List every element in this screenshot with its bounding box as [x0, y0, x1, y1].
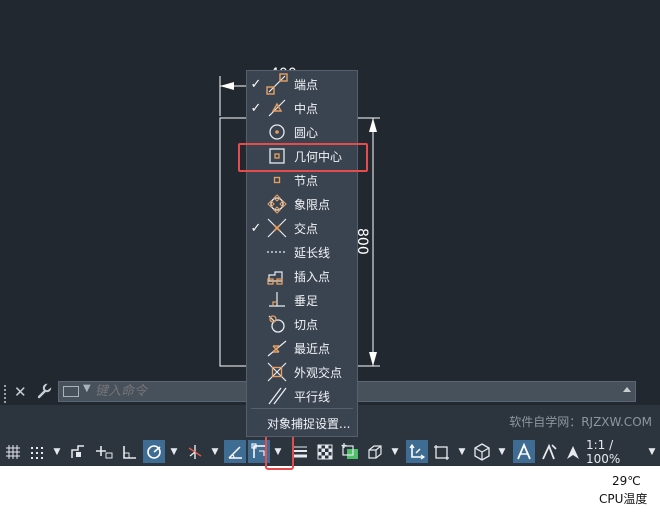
- menu-item-label: 节点: [294, 173, 319, 188]
- extension-icon: [267, 251, 287, 253]
- menu-item-extension[interactable]: 延长线: [247, 240, 357, 264]
- menu-item-center[interactable]: 圆心: [247, 120, 357, 144]
- object-snap-dropdown-highlight: [265, 434, 294, 470]
- annotation-scale-value[interactable]: 1:1 / 100%: [586, 438, 646, 466]
- chevron-down-icon: ▼: [391, 446, 399, 457]
- polar-tracking-icon[interactable]: [143, 440, 165, 463]
- menu-item-label: 延长线: [294, 245, 331, 260]
- menu-item-label: 插入点: [294, 269, 331, 284]
- 3d-snap-dropdown[interactable]: ▼: [388, 440, 402, 463]
- menu-item-parallel[interactable]: 平行线: [247, 384, 357, 408]
- annotation-scale-dropdown[interactable]: ▼: [646, 440, 658, 463]
- center-icon: [269, 124, 285, 140]
- menu-item-label: 平行线: [294, 389, 331, 404]
- menu-item-tangent[interactable]: 切点: [247, 312, 357, 336]
- menu-item-label: 端点: [294, 77, 319, 92]
- object-snap-menu: ✓ 端点 ✓ 中点 圆心 几何中心 节点 象限点 ✓ 交点 延长线 插入点 垂足…: [246, 70, 358, 437]
- checkmark-icon: ✓: [250, 220, 262, 236]
- intersection-icon: [267, 218, 287, 238]
- tangent-icon: [268, 315, 285, 333]
- selection-cycling-icon[interactable]: [338, 440, 362, 463]
- menu-item-label: 对象捕捉设置...: [267, 416, 351, 431]
- gizmo-icon[interactable]: [471, 440, 493, 463]
- gizmo-dropdown[interactable]: ▼: [495, 440, 509, 463]
- annotation-scale-icon[interactable]: [562, 440, 584, 463]
- chevron-down-icon: ▼: [458, 446, 466, 457]
- chevron-down-icon[interactable]: ▼: [83, 383, 91, 394]
- chevron-up-icon[interactable]: [623, 387, 631, 392]
- snap-dropdown[interactable]: ▼: [50, 440, 64, 463]
- command-prompt-icon[interactable]: [63, 386, 79, 397]
- chevron-down-icon: ▼: [211, 446, 219, 457]
- grid-icon[interactable]: [2, 440, 24, 463]
- annotation-visibility-icon[interactable]: [513, 440, 535, 463]
- menu-item-label: 圆心: [294, 125, 319, 140]
- dim-top-arrow: [220, 82, 234, 90]
- polar-dropdown[interactable]: ▼: [167, 440, 181, 463]
- menu-item-intersection[interactable]: ✓ 交点: [247, 216, 357, 240]
- menu-divider: [251, 408, 353, 409]
- chevron-down-icon: ▼: [498, 446, 506, 457]
- 3d-object-snap-icon[interactable]: [364, 440, 386, 463]
- infer-constraints-icon[interactable]: [68, 440, 90, 463]
- selection-filter-icon[interactable]: [431, 440, 453, 463]
- menu-item-label: 交点: [294, 221, 319, 236]
- isodraft-icon[interactable]: [184, 440, 206, 463]
- menu-item-insertion[interactable]: 插入点: [247, 264, 357, 288]
- menu-item-endpoint[interactable]: ✓ 端点: [247, 72, 357, 96]
- menu-item-apparent-intersection[interactable]: 外观交点: [247, 360, 357, 384]
- insertion-icon: [267, 271, 283, 285]
- chevron-down-icon: ▼: [648, 446, 656, 457]
- highlight-box-geometric-center: [238, 143, 368, 172]
- nearest-icon: [267, 340, 287, 357]
- menu-item-label: 中点: [294, 101, 319, 116]
- wrench-icon[interactable]: [36, 383, 52, 399]
- checkmark-icon: ✓: [250, 76, 262, 92]
- dim-right-arrow-top: [369, 118, 377, 132]
- close-icon[interactable]: ✕: [14, 382, 27, 402]
- status-bar: ▼ ▼ ▼ ▼ ▼ ▼ ▼ 1:1 / 100% ▼: [0, 437, 660, 466]
- menu-item-label: 外观交点: [294, 365, 343, 380]
- dynamic-input-icon[interactable]: [93, 440, 115, 463]
- snap-mode-icon[interactable]: [26, 440, 48, 463]
- chevron-down-icon: ▼: [53, 446, 61, 457]
- menu-item-quadrant[interactable]: 象限点: [247, 192, 357, 216]
- isodraft-dropdown[interactable]: ▼: [208, 440, 222, 463]
- chevron-down-icon: ▼: [170, 446, 178, 457]
- midpoint-icon: [268, 99, 286, 117]
- endpoint-icon: [266, 73, 288, 95]
- watermark-text: 软件自学网：RJZXW.COM: [509, 415, 652, 429]
- object-snap-settings-item[interactable]: 对象捕捉设置...: [247, 412, 357, 434]
- parallel-icon: [268, 387, 287, 405]
- ortho-mode-icon[interactable]: [118, 440, 140, 463]
- menu-item-label: 象限点: [294, 197, 331, 212]
- dynamic-ucs-icon[interactable]: [406, 440, 428, 463]
- menu-item-perpendicular[interactable]: 垂足: [247, 288, 357, 312]
- transparency-icon[interactable]: [314, 440, 336, 463]
- dim-right-arrow-bottom: [369, 352, 377, 366]
- apparent-intersection-icon: [267, 362, 287, 382]
- checkmark-icon: ✓: [250, 100, 262, 116]
- perpendicular-icon: [269, 292, 285, 307]
- quadrant-icon: [267, 194, 287, 214]
- selection-filter-dropdown[interactable]: ▼: [455, 440, 469, 463]
- temperature-value: 29℃: [612, 474, 641, 488]
- menu-item-label: 最近点: [294, 341, 331, 356]
- menu-item-label: 切点: [294, 317, 319, 332]
- temperature-label: CPU温度: [599, 492, 648, 506]
- grip-icon[interactable]: [4, 383, 10, 403]
- menu-item-midpoint[interactable]: ✓ 中点: [247, 96, 357, 120]
- auto-scale-icon[interactable]: [538, 440, 560, 463]
- object-snap-tracking-icon[interactable]: [224, 440, 246, 463]
- menu-item-nearest[interactable]: 最近点: [247, 336, 357, 360]
- menu-item-label: 垂足: [294, 293, 319, 308]
